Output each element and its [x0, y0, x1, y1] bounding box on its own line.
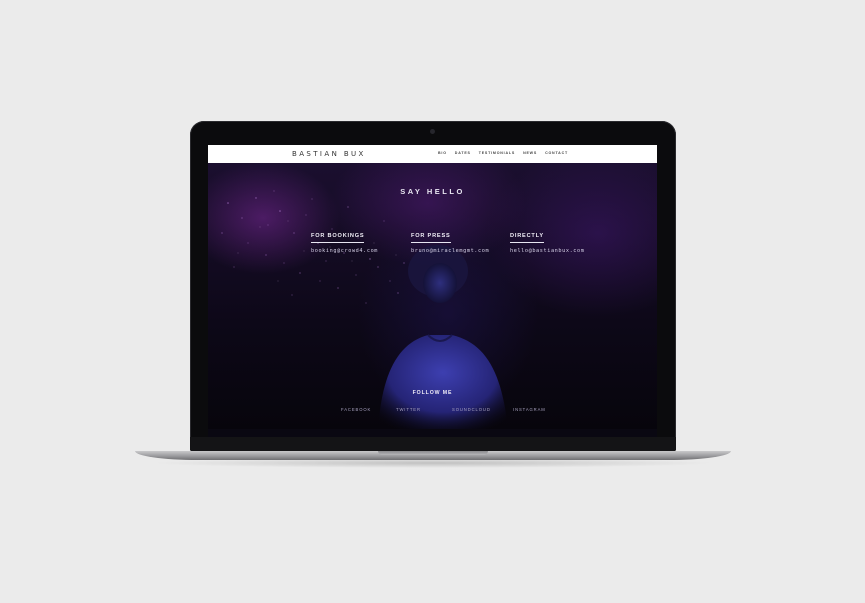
- contact-press: FOR PRESS bruno@miraclemgmt.com: [411, 224, 489, 254]
- camera-icon: [430, 129, 435, 134]
- social-soundcloud-link[interactable]: SOUNDCLOUD: [452, 407, 491, 412]
- contact-hero: SAY HELLO FOR BOOKINGS booking@crowd4.co…: [208, 163, 657, 429]
- bookings-email-link[interactable]: booking@crowd4.com: [311, 248, 378, 254]
- bookings-heading: FOR BOOKINGS: [311, 233, 365, 243]
- follow-title: FOLLOW ME: [412, 390, 453, 396]
- laptop-base: [135, 451, 731, 460]
- direct-heading: DIRECTLY: [510, 233, 544, 243]
- artist-photo: [378, 245, 508, 429]
- press-heading: FOR PRESS: [411, 233, 451, 243]
- laptop-lid: BASTIAN BUX BIO DATES TESTIMONIALS NEWS …: [190, 121, 676, 451]
- social-facebook-link[interactable]: FACEBOOK: [341, 407, 371, 412]
- direct-email-link[interactable]: hello@bastianbux.com: [510, 248, 584, 254]
- contact-direct: DIRECTLY hello@bastianbux.com: [510, 224, 584, 254]
- laptop-notch: [378, 451, 488, 455]
- nav-links: BIO DATES TESTIMONIALS NEWS CONTACT: [438, 151, 568, 155]
- site-nav: BASTIAN BUX BIO DATES TESTIMONIALS NEWS …: [208, 145, 657, 163]
- nav-link-contact[interactable]: CONTACT: [545, 151, 568, 155]
- nav-link-bio[interactable]: BIO: [438, 151, 447, 155]
- social-twitter-link[interactable]: TWITTER: [396, 407, 421, 412]
- screen-bezel-bottom: [190, 437, 676, 451]
- laptop-screen: BASTIAN BUX BIO DATES TESTIMONIALS NEWS …: [208, 145, 657, 437]
- site-logo[interactable]: BASTIAN BUX: [292, 150, 366, 158]
- press-email-link[interactable]: bruno@miraclemgmt.com: [411, 248, 489, 254]
- section-title: SAY HELLO: [400, 187, 465, 196]
- nav-link-dates[interactable]: DATES: [455, 151, 471, 155]
- nav-link-testimonials[interactable]: TESTIMONIALS: [479, 151, 515, 155]
- contact-bookings: FOR BOOKINGS booking@crowd4.com: [311, 224, 378, 254]
- nav-link-news[interactable]: NEWS: [523, 151, 537, 155]
- social-instagram-link[interactable]: INSTAGRAM: [513, 407, 546, 412]
